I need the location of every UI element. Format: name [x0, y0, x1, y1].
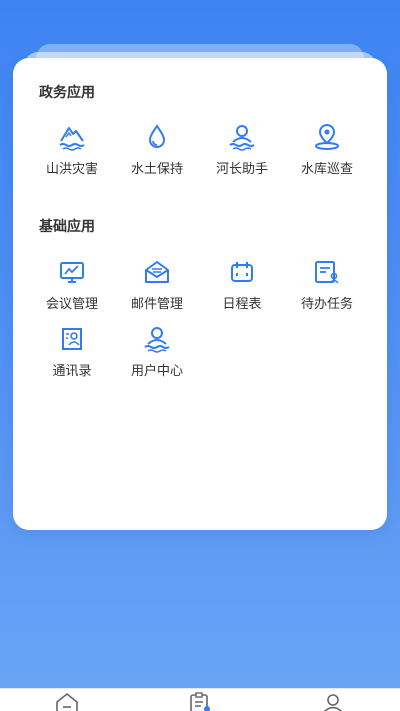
basic-apps-title: 基础应用: [39, 219, 95, 235]
app-reservoir[interactable]: 水库巡查: [287, 122, 367, 177]
app-label: 待办任务: [300, 297, 353, 312]
reservoir-location-icon: [315, 123, 339, 150]
profile-icon: [323, 694, 343, 711]
app-label: 用户中心: [130, 364, 183, 379]
app-label: 水库巡查: [300, 162, 353, 177]
mountain-flood-icon: [59, 127, 85, 151]
app-label: 邮件管理: [130, 297, 183, 312]
app-label: 日程表: [222, 297, 262, 312]
water-drop-icon: [148, 124, 166, 148]
mail-icon: [145, 261, 169, 283]
app-label: 河长助手: [215, 162, 268, 177]
tab-tasks[interactable]: [187, 692, 213, 711]
contacts-icon: [62, 328, 82, 350]
app-calendar[interactable]: 日程表: [202, 257, 282, 312]
app-label: 水土保持: [130, 162, 183, 177]
todo-task-icon: [315, 261, 339, 284]
meeting-chart-icon: [60, 262, 84, 283]
app-user-center[interactable]: 用户中心: [117, 324, 197, 379]
app-meeting[interactable]: 会议管理: [32, 257, 112, 312]
app-label: 通讯录: [52, 364, 92, 379]
user-center-icon: [144, 327, 170, 353]
app-mail[interactable]: 邮件管理: [117, 257, 197, 312]
app-label: 山洪灾害: [45, 162, 98, 177]
calendar-icon: [231, 262, 253, 282]
app-label: 会议管理: [45, 297, 98, 312]
app-river-chief[interactable]: 河长助手: [202, 122, 282, 177]
tab-home[interactable]: [54, 692, 80, 711]
app-contacts[interactable]: 通讯录: [32, 324, 112, 379]
gov-apps-title: 政务应用: [39, 85, 95, 101]
bottom-tab-bar: [0, 688, 400, 711]
apps-card: 政务应用 山洪灾害 水土保持 河长助手 水库巡查 基础应用 会议管理 邮件管理 …: [13, 58, 387, 530]
clipboard-icon: [190, 692, 210, 711]
app-mountain-flood[interactable]: 山洪灾害: [32, 122, 112, 177]
home-icon: [56, 692, 78, 711]
app-todo[interactable]: 待办任务: [287, 257, 367, 312]
app-water-soil[interactable]: 水土保持: [117, 122, 197, 177]
river-chief-icon: [229, 125, 255, 151]
tab-profile[interactable]: [320, 692, 346, 711]
